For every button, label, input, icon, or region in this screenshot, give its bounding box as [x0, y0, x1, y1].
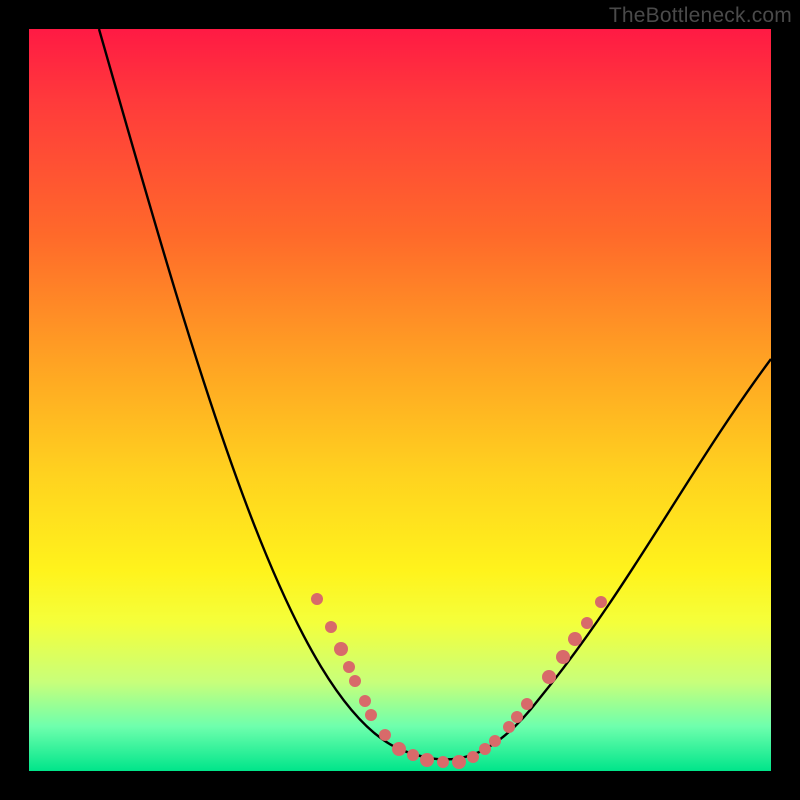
- curve-marker: [325, 621, 337, 633]
- curve-marker: [521, 698, 533, 710]
- curve-marker: [365, 709, 377, 721]
- curve-marker: [542, 670, 556, 684]
- curve-marker: [511, 711, 523, 723]
- curve-marker: [420, 753, 434, 767]
- curve-marker: [467, 751, 479, 763]
- curve-marker: [407, 749, 419, 761]
- curve-marker: [349, 675, 361, 687]
- curve-marker: [556, 650, 570, 664]
- curve-marker: [568, 632, 582, 646]
- curve-marker: [343, 661, 355, 673]
- chart-svg: [29, 29, 771, 771]
- curve-marker: [595, 596, 607, 608]
- curve-marker: [581, 617, 593, 629]
- curve-marker: [452, 755, 466, 769]
- curve-marker: [489, 735, 501, 747]
- curve-marker: [311, 593, 323, 605]
- curve-marker: [359, 695, 371, 707]
- curve-markers: [311, 593, 607, 769]
- curve-marker: [437, 756, 449, 768]
- curve-marker: [334, 642, 348, 656]
- curve-marker: [392, 742, 406, 756]
- watermark-label: TheBottleneck.com: [609, 4, 792, 28]
- chart-plot-area: [29, 29, 771, 771]
- curve-marker: [479, 743, 491, 755]
- curve-marker: [503, 721, 515, 733]
- curve-marker: [379, 729, 391, 741]
- bottleneck-curve: [99, 29, 771, 759]
